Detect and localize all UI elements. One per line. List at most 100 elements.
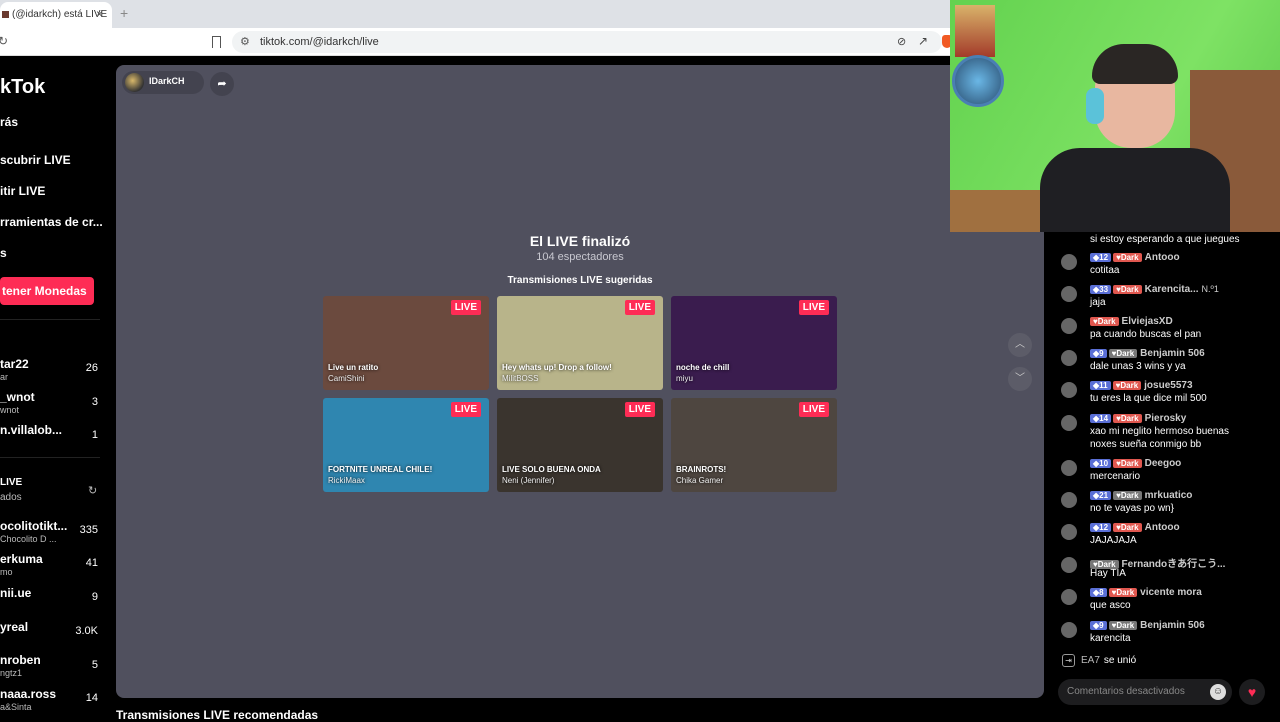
chat-username[interactable]: Pierosky (1145, 413, 1187, 424)
chat-meta: ◆14 ♥Dark Pierosky (1090, 413, 1186, 424)
chat-username[interactable]: Antooo (1145, 522, 1180, 533)
chat-username[interactable]: ElviejasXD (1122, 316, 1173, 327)
followed-account-name[interactable]: n.villalob... (0, 423, 62, 437)
site-info-icon[interactable]: ⚙ (240, 35, 250, 48)
nav-item-go-live[interactable]: itir LIVE (0, 184, 45, 198)
chat-username[interactable]: Fernandoきあ行こう... (1122, 559, 1226, 570)
chat-avatar[interactable] (1061, 415, 1077, 431)
chat-avatar[interactable] (1061, 254, 1077, 270)
chat-avatar[interactable] (1061, 492, 1077, 508)
level-badge: ◆12 (1090, 253, 1112, 262)
reload-icon[interactable]: ↻ (0, 34, 8, 48)
emoji-icon[interactable]: ☺ (1210, 684, 1226, 700)
chat-message-text: jaja (1090, 297, 1106, 308)
chat-meta: ◆12 ♥Dark Antooo (1090, 522, 1180, 533)
share-page-icon[interactable]: ↗ (918, 34, 928, 48)
chat-message-text: dale unas 3 wins y ya (1090, 361, 1186, 372)
fan-club-badge: ♥Dark (1113, 523, 1142, 532)
join-user[interactable]: EA7 (1081, 655, 1100, 666)
new-tab-button[interactable]: + (120, 5, 128, 21)
tiktok-logo[interactable]: kTok (0, 76, 45, 99)
suggested-live-card[interactable]: LIVE LIVE SOLO BUENA ONDA Neni (Jennifer… (497, 398, 663, 492)
chat-avatar[interactable] (1061, 460, 1077, 476)
host-avatar[interactable] (125, 73, 144, 92)
live-account-name[interactable]: nroben (0, 653, 41, 667)
nav-item-more[interactable]: rás (0, 115, 18, 129)
nav-item-creator-tools[interactable]: rramientas de cr... (0, 215, 103, 229)
streamer-hair (1092, 44, 1178, 84)
chat-username[interactable]: Antooo (1145, 252, 1180, 263)
nav-item-more-2[interactable]: s (0, 246, 7, 260)
streamer-shirt (1040, 148, 1230, 232)
level-badge: ◆8 (1090, 588, 1107, 597)
live-account-name[interactable]: yreal (0, 620, 28, 634)
chat-username[interactable]: vicente mora (1140, 587, 1202, 598)
level-badge: ◆9 (1090, 621, 1107, 630)
sidebar-divider (0, 457, 100, 458)
fan-club-badge: ♥Dark (1090, 317, 1119, 326)
live-account-name[interactable]: naaa.ross (0, 687, 56, 701)
chat-username[interactable]: Deegoo (1145, 458, 1182, 469)
card-title: BRAINROTS! (676, 465, 727, 474)
chat-avatar[interactable] (1061, 318, 1077, 334)
fan-club-badge: ♥Dark (1113, 253, 1142, 262)
address-bar-row: ↻ ⚙ tiktok.com/@idarkch/live ⊘ ↗ (0, 28, 952, 56)
chat-avatar[interactable] (1061, 382, 1077, 398)
chat-message-text: pa cuando buscas el pan (1090, 329, 1202, 340)
chat-avatar[interactable] (1061, 350, 1077, 366)
chat-username[interactable]: mrkuatico (1145, 490, 1193, 501)
chat-username[interactable]: Karencita... (1145, 284, 1199, 295)
card-title: FORTNITE UNREAL CHILE! (328, 465, 433, 474)
chat-avatar[interactable] (1061, 286, 1077, 302)
refresh-icon[interactable]: ↻ (88, 484, 97, 497)
url-text[interactable]: tiktok.com/@idarkch/live (260, 36, 379, 48)
chat-message-text: tu eres la que dice mil 500 (1090, 393, 1207, 404)
live-account-sub: mo (0, 567, 13, 577)
level-badge: ◆12 (1090, 523, 1112, 532)
live-account-name[interactable]: erkuma (0, 552, 43, 566)
followed-account-name[interactable]: tar22 (0, 357, 29, 371)
previous-live-button[interactable]: ︿ (1008, 333, 1032, 357)
webcam-streamer (1040, 44, 1230, 232)
sidebar-divider (0, 319, 100, 320)
nav-item-discover-live[interactable]: scubrir LIVE (0, 153, 71, 167)
get-coins-button[interactable]: tener Monedas (0, 277, 94, 305)
suggested-live-card[interactable]: LIVE BRAINROTS! Chika Gamer (671, 398, 837, 492)
chat-username[interactable]: Benjamin 506 (1140, 348, 1204, 359)
chat-message-text: cotitaa (1090, 265, 1120, 276)
chat-avatar[interactable] (1061, 622, 1077, 638)
suggested-live-card[interactable]: LIVE Hey whats up! Drop a follow! MilitB… (497, 296, 663, 390)
followed-account-sub: ar (0, 372, 9, 382)
live-account-viewers: 9 (91, 591, 98, 603)
chat-avatar[interactable] (1061, 589, 1077, 605)
chat-username[interactable]: josue5573 (1144, 380, 1192, 391)
chat-username[interactable]: Benjamin 506 (1140, 620, 1204, 631)
chat-message-text: karencita (1090, 633, 1131, 644)
live-chat: si estoy esperando a que juegues ◆12 ♥Dar… (1050, 232, 1280, 720)
host-name[interactable]: IDarkCH (149, 76, 185, 86)
chat-avatar[interactable] (1061, 524, 1077, 540)
live-account-name[interactable]: ocolitotikt... (0, 519, 67, 533)
chat-avatar[interactable] (1061, 557, 1077, 573)
followed-account-name[interactable]: _wnot (0, 390, 35, 404)
tab-favicon-icon (2, 10, 9, 18)
browser-tab[interactable]: (@idarkch) está LIVE × (0, 2, 112, 28)
tab-close-icon[interactable]: × (96, 7, 103, 21)
suggested-live-card[interactable]: LIVE noche de chill miyu (671, 296, 837, 390)
bookmark-icon[interactable] (212, 36, 221, 48)
next-live-button[interactable]: ﹀ (1008, 367, 1032, 391)
live-account-sub: Chocolito D ... (0, 534, 57, 544)
suggested-live-card[interactable]: LIVE Live un ratito CamiShini (323, 296, 489, 390)
live-account-name[interactable]: nii.ue (0, 586, 31, 600)
suggested-live-card[interactable]: LIVE FORTNITE UNREAL CHILE! RickiMaax (323, 398, 489, 492)
share-icon[interactable]: ➦ (210, 72, 234, 96)
comment-input[interactable]: Comentarios desactivados ☺ (1058, 679, 1232, 705)
live-badge: LIVE (798, 300, 829, 315)
url-field[interactable]: ⚙ tiktok.com/@idarkch/live ⊘ ↗ (232, 31, 952, 53)
webcam-floor (950, 190, 1050, 232)
chat-meta: ♥Dark ElviejasXD (1090, 316, 1173, 327)
host-profile-pill[interactable]: IDarkCH (122, 71, 204, 94)
like-heart-button[interactable]: ♥ (1239, 679, 1265, 705)
card-host: RickiMaax (328, 476, 365, 485)
tracking-off-icon[interactable]: ⊘ (897, 35, 906, 48)
